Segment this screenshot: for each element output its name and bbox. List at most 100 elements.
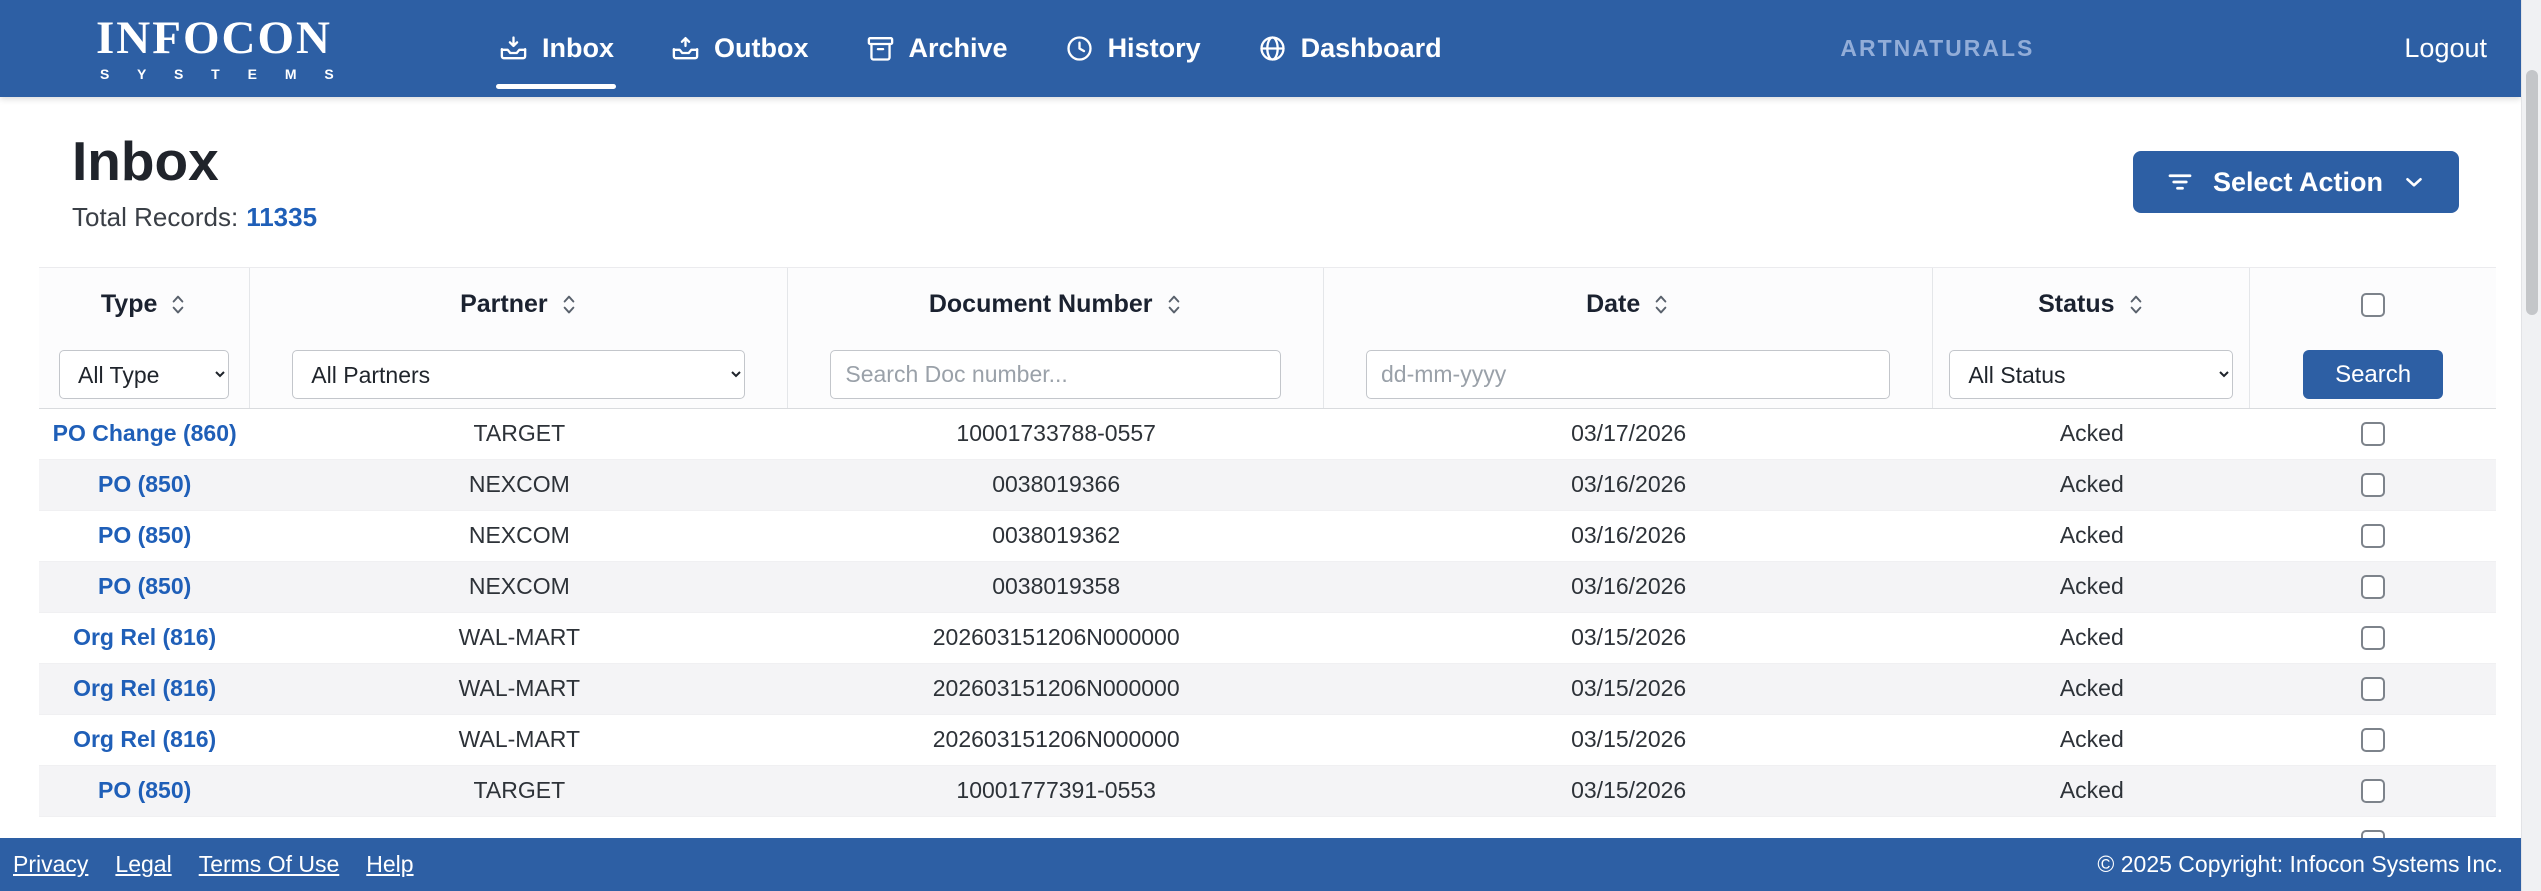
brand-name: INFOCON	[96, 12, 332, 64]
infocon-logo: INFOCON S Y S T E M S	[96, 12, 358, 83]
inbox-table: Type Partner Document Number Date Status	[39, 266, 2496, 868]
globe-icon	[1259, 36, 1285, 61]
nav-label: History	[1107, 33, 1201, 63]
table-header-row: Type Partner Document Number Date Status	[39, 266, 2496, 342]
partner-cell: NEXCOM	[468, 573, 570, 599]
row-checkbox[interactable]	[2361, 625, 2386, 650]
total-records-label: Total Records:	[72, 201, 239, 232]
table-row: PO (850) TARGET 10001777391-0553 03/15/2…	[39, 765, 2496, 817]
footer-link-help[interactable]: Help	[366, 851, 413, 878]
date-filter-input[interactable]	[1366, 350, 1891, 399]
partner-cell: WAL-MART	[458, 726, 581, 752]
row-checkbox[interactable]	[2361, 778, 2386, 803]
column-header-type[interactable]: Type	[39, 267, 251, 342]
nav-label: Dashboard	[1300, 33, 1442, 63]
date-cell: 03/17/2026	[1571, 420, 1687, 446]
row-checkbox[interactable]	[2361, 676, 2386, 701]
column-header-label: Date	[1586, 290, 1641, 318]
doc-number-cell: 0038019358	[992, 573, 1121, 599]
row-checkbox[interactable]	[2361, 472, 2386, 497]
chevron-down-icon	[2406, 177, 2422, 187]
date-cell: 03/16/2026	[1571, 471, 1687, 497]
doc-number-cell: 10001777391-0553	[956, 777, 1156, 803]
nav-item-archive[interactable]: Archive	[865, 0, 1008, 97]
row-checkbox[interactable]	[2361, 421, 2386, 446]
document-type-link[interactable]: Org Rel (816)	[73, 726, 216, 753]
account-label: ARTNATURALS	[1840, 35, 2035, 61]
partner-cell: NEXCOM	[468, 471, 570, 497]
column-header-status[interactable]: Status	[1933, 267, 2251, 342]
doc-number-cell: 202603151206N000000	[932, 726, 1180, 752]
nav-item-history[interactable]: History	[1064, 0, 1201, 97]
table-row: PO Change (860) TARGET 10001733788-0557 …	[39, 408, 2496, 460]
sort-icon	[2130, 295, 2141, 313]
table-row: Org Rel (816) WAL-MART 202603151206N0000…	[39, 714, 2496, 766]
row-checkbox[interactable]	[2361, 523, 2386, 548]
status-cell: Acked	[2059, 471, 2124, 497]
main-nav: Inbox Outbox Archive History Dashboard	[496, 0, 1442, 97]
select-action-button[interactable]: Select Action	[2132, 151, 2459, 213]
status-cell: Acked	[2059, 420, 2124, 446]
document-type-link[interactable]: PO (850)	[98, 471, 191, 498]
footer-links: Privacy Legal Terms Of Use Help	[13, 851, 414, 878]
table-row: Org Rel (816) WAL-MART 202603151206N0000…	[39, 612, 2496, 664]
footer-link-terms[interactable]: Terms Of Use	[199, 851, 340, 878]
column-header-document-number[interactable]: Document Number	[788, 267, 1324, 342]
date-cell: 03/15/2026	[1571, 624, 1687, 650]
status-cell: Acked	[2059, 624, 2124, 650]
total-records-value: 11335	[246, 201, 318, 232]
status-filter-select[interactable]: All Status	[1949, 350, 2234, 399]
title-block: Inbox Total Records: 11335	[72, 131, 317, 233]
table-filter-row: All Type All Partners All Status Search	[39, 341, 2496, 409]
date-cell: 03/15/2026	[1571, 726, 1687, 752]
table-row: Org Rel (816) WAL-MART 202603151206N0000…	[39, 663, 2496, 715]
partner-cell: WAL-MART	[458, 675, 581, 701]
filter-icon	[2168, 174, 2192, 190]
nav-item-inbox[interactable]: Inbox	[496, 0, 616, 97]
partner-filter-select[interactable]: All Partners	[292, 350, 746, 399]
status-cell: Acked	[2059, 573, 2124, 599]
nav-item-dashboard[interactable]: Dashboard	[1257, 0, 1442, 97]
sort-icon	[173, 295, 184, 313]
archive-icon	[867, 37, 893, 61]
search-button[interactable]: Search	[2303, 350, 2444, 399]
table-body: PO Change (860) TARGET 10001733788-0557 …	[39, 408, 2496, 868]
footer-link-legal[interactable]: Legal	[115, 851, 171, 878]
app-window: INFOCON S Y S T E M S Inbox Outbox Archi…	[0, 0, 2521, 891]
doc-number-cell: 202603151206N000000	[932, 675, 1180, 701]
scrollbar-thumb[interactable]	[2526, 70, 2538, 315]
logout-button[interactable]: Logout	[2404, 33, 2487, 64]
table-row: PO (850) NEXCOM 0038019362 03/16/2026 Ac…	[39, 510, 2496, 562]
column-header-label: Status	[2038, 290, 2115, 318]
date-cell: 03/15/2026	[1571, 777, 1687, 803]
total-records: Total Records: 11335	[72, 202, 317, 233]
status-cell: Acked	[2059, 726, 2124, 752]
scrollbar	[2521, 0, 2541, 891]
nav-item-outbox[interactable]: Outbox	[670, 0, 809, 97]
document-type-link[interactable]: Org Rel (816)	[73, 624, 216, 651]
document-type-link[interactable]: PO Change (860)	[53, 420, 237, 447]
column-header-date[interactable]: Date	[1324, 267, 1934, 342]
row-checkbox[interactable]	[2361, 727, 2386, 752]
row-checkbox[interactable]	[2361, 574, 2386, 599]
footer-link-privacy[interactable]: Privacy	[13, 851, 88, 878]
document-type-link[interactable]: PO (850)	[98, 573, 191, 600]
select-action-label: Select Action	[2212, 166, 2383, 197]
doc-number-search-input[interactable]	[830, 350, 1281, 399]
select-all-checkbox[interactable]	[2361, 292, 2386, 317]
doc-number-cell: 0038019362	[992, 522, 1121, 548]
active-tab-underline	[496, 84, 616, 89]
document-type-link[interactable]: PO (850)	[98, 522, 191, 549]
type-filter-select[interactable]: All Type	[59, 350, 230, 399]
page-header: Inbox Total Records: 11335 Select Action	[0, 97, 2521, 233]
history-icon	[1066, 36, 1092, 61]
table-row: PO (850) NEXCOM 0038019358 03/16/2026 Ac…	[39, 561, 2496, 613]
date-cell: 03/15/2026	[1571, 675, 1687, 701]
document-type-link[interactable]: Org Rel (816)	[73, 675, 216, 702]
inbox-icon	[500, 36, 527, 60]
nav-label: Archive	[908, 33, 1008, 63]
column-header-label: Document Number	[928, 290, 1153, 318]
column-header-partner[interactable]: Partner	[250, 267, 789, 342]
partner-cell: TARGET	[473, 420, 566, 446]
document-type-link[interactable]: PO (850)	[98, 777, 191, 804]
